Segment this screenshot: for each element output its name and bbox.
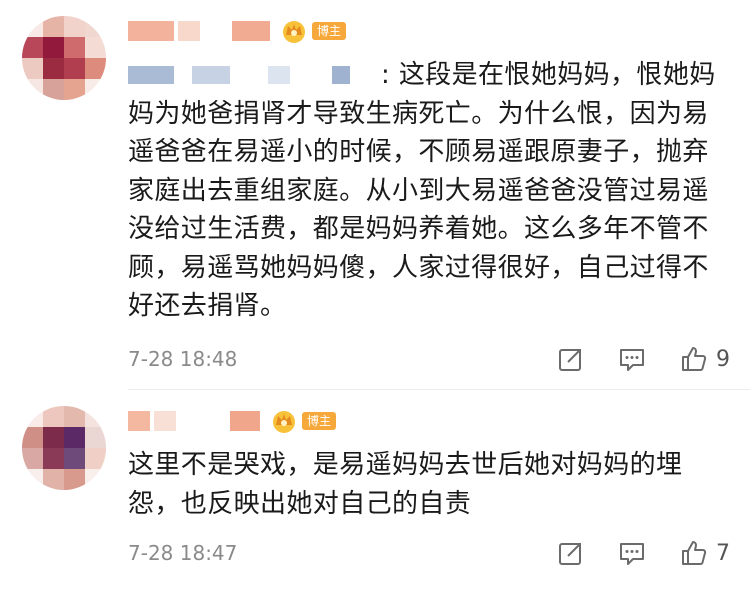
comment-text: : 这段是在恨她妈妈，恨她妈妈为她爸捐肾才导致生病死亡。为什么恨，因为易遥爸爸在… bbox=[128, 60, 716, 321]
comment-item: 博主 这里不是哭戏，是易遥妈妈去世后她对妈妈的埋怨，也反映出她对自己的自责 7-… bbox=[0, 390, 750, 590]
comment-footer: 7-28 18:48 9 bbox=[128, 342, 730, 376]
username-mosaic bbox=[230, 411, 260, 431]
avatar-mosaic-tile bbox=[64, 406, 86, 428]
crown-icon bbox=[283, 21, 305, 43]
avatar-mosaic-tile bbox=[64, 469, 86, 490]
avatar-mosaic-tile bbox=[43, 79, 65, 100]
like-button[interactable]: 7 bbox=[680, 539, 730, 567]
share-button[interactable] bbox=[558, 540, 584, 566]
avatar-mosaic-tile bbox=[85, 427, 106, 449]
avatar-mosaic-tile bbox=[64, 37, 86, 59]
avatar-mosaic-tile bbox=[85, 58, 106, 80]
thumbs-up-icon bbox=[682, 541, 707, 565]
avatar[interactable] bbox=[22, 406, 106, 490]
avatar-mosaic-tile bbox=[22, 406, 44, 428]
comment-icon bbox=[620, 543, 644, 565]
avatar-mosaic-tile bbox=[22, 448, 44, 470]
like-count: 7 bbox=[716, 540, 730, 566]
avatar-mosaic-tile bbox=[85, 37, 106, 59]
avatar[interactable] bbox=[22, 16, 106, 100]
avatar-mosaic-tile bbox=[85, 79, 106, 100]
share-icon bbox=[559, 543, 581, 565]
comment-footer: 7-28 18:47 7 bbox=[128, 536, 730, 570]
avatar-mosaic-tile bbox=[43, 448, 65, 470]
avatar-mosaic-tile bbox=[22, 469, 44, 490]
avatar-mosaic-tile bbox=[22, 37, 44, 59]
avatar-mosaic-tile bbox=[43, 406, 65, 428]
avatar-mosaic-tile bbox=[22, 16, 44, 38]
avatar-mosaic-tile bbox=[64, 448, 86, 470]
avatar-mosaic-tile bbox=[85, 469, 106, 490]
avatar-mosaic-tile bbox=[22, 79, 44, 100]
avatar-mosaic-tile bbox=[64, 427, 86, 449]
avatar-mosaic-tile bbox=[43, 16, 65, 38]
crown-icon bbox=[273, 411, 295, 433]
like-count: 9 bbox=[716, 346, 730, 372]
avatar-mosaic-tile bbox=[85, 448, 106, 470]
username-mosaic bbox=[128, 411, 150, 431]
username-mosaic bbox=[154, 411, 176, 431]
comment-item: 博主 : 这段是在恨她妈妈，恨她妈妈为她爸捐肾才导致生病死亡。为什么恨，因为易遥… bbox=[0, 0, 750, 390]
avatar-mosaic-tile bbox=[43, 469, 65, 490]
avatar-mosaic-tile bbox=[64, 16, 86, 38]
avatar-mosaic-tile bbox=[64, 79, 86, 100]
avatar-mosaic-tile bbox=[22, 427, 44, 449]
timestamp: 7-28 18:48 bbox=[128, 347, 238, 371]
avatar-mosaic-tile bbox=[43, 37, 65, 59]
blogger-badge: 博主 bbox=[312, 22, 347, 40]
comment-icon bbox=[620, 349, 644, 371]
like-button[interactable]: 9 bbox=[680, 345, 730, 373]
avatar-mosaic-tile bbox=[85, 16, 106, 38]
share-icon bbox=[559, 349, 581, 371]
username[interactable]: 博主 bbox=[128, 408, 337, 434]
avatar-mosaic-tile bbox=[43, 58, 65, 80]
comment-button[interactable] bbox=[618, 346, 646, 372]
comment-text: 这里不是哭戏，是易遥妈妈去世后她对妈妈的埋怨，也反映出她对自己的自责 bbox=[128, 450, 683, 519]
avatar-mosaic-tile bbox=[22, 58, 44, 80]
username-mosaic bbox=[128, 21, 174, 41]
username-mosaic bbox=[178, 21, 200, 41]
thumbs-up-icon bbox=[682, 347, 707, 371]
timestamp: 7-28 18:47 bbox=[128, 541, 238, 565]
username[interactable]: 博主 bbox=[128, 18, 347, 44]
avatar-mosaic-tile bbox=[64, 58, 86, 80]
avatar-mosaic-tile bbox=[85, 406, 106, 428]
username-mosaic bbox=[232, 21, 270, 41]
avatar-mosaic-tile bbox=[43, 427, 65, 449]
blogger-badge: 博主 bbox=[302, 412, 337, 430]
comment-button[interactable] bbox=[618, 540, 646, 566]
share-button[interactable] bbox=[558, 346, 584, 372]
